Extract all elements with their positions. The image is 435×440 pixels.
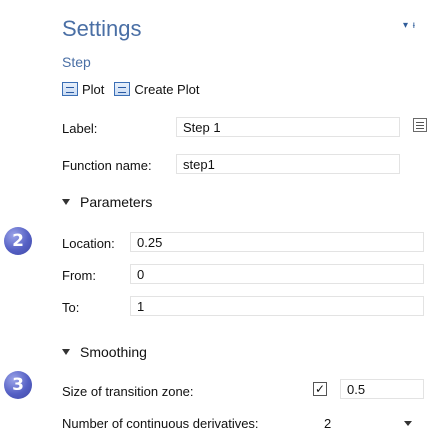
- page-title: Settings: [62, 16, 142, 41]
- settings-panel: [55, 0, 435, 440]
- derivatives-select[interactable]: 2: [312, 413, 412, 433]
- from-label: From:: [62, 268, 96, 283]
- transition-zone-label: Size of transition zone:: [62, 384, 194, 399]
- parameters-section-title: Parameters: [80, 194, 153, 210]
- plot-icon: [62, 82, 78, 96]
- callout-badge-2: 2: [4, 227, 32, 255]
- transition-zone-checkbox[interactable]: ✓: [313, 382, 327, 396]
- label-field-label: Label:: [62, 121, 98, 136]
- label-input[interactable]: [176, 117, 400, 137]
- collapse-triangle-icon: [62, 349, 70, 355]
- pin-icon[interactable]: ▾ ᵻ: [403, 20, 416, 31]
- location-label: Location:: [62, 236, 115, 251]
- create-plot-icon: [114, 82, 131, 96]
- collapse-triangle-icon: [62, 199, 70, 205]
- function-name-label: Function name:: [62, 158, 152, 173]
- derivatives-label: Number of continuous derivatives:: [62, 416, 259, 431]
- from-input[interactable]: [130, 264, 424, 284]
- callout-badge-3: 3: [4, 371, 32, 399]
- toolbar: Plot Create Plot: [62, 80, 205, 98]
- to-label: To:: [62, 300, 80, 315]
- transition-zone-input[interactable]: [340, 379, 424, 399]
- derivatives-select-value: 2: [324, 415, 332, 431]
- create-plot-button[interactable]: Create Plot: [114, 82, 199, 97]
- parameters-section-header[interactable]: Parameters: [62, 194, 152, 210]
- plot-button[interactable]: Plot: [62, 82, 104, 97]
- smoothing-section-title: Smoothing: [80, 344, 147, 360]
- plot-button-label: Plot: [82, 81, 105, 97]
- create-plot-button-label: Create Plot: [134, 81, 200, 97]
- edit-icon[interactable]: [413, 118, 427, 132]
- location-input[interactable]: [130, 232, 424, 252]
- node-type-subtitle: Step: [62, 54, 91, 70]
- smoothing-section-header[interactable]: Smoothing: [62, 344, 147, 360]
- function-name-input[interactable]: [176, 154, 400, 174]
- chevron-down-icon: [404, 420, 412, 426]
- to-input[interactable]: [130, 296, 424, 316]
